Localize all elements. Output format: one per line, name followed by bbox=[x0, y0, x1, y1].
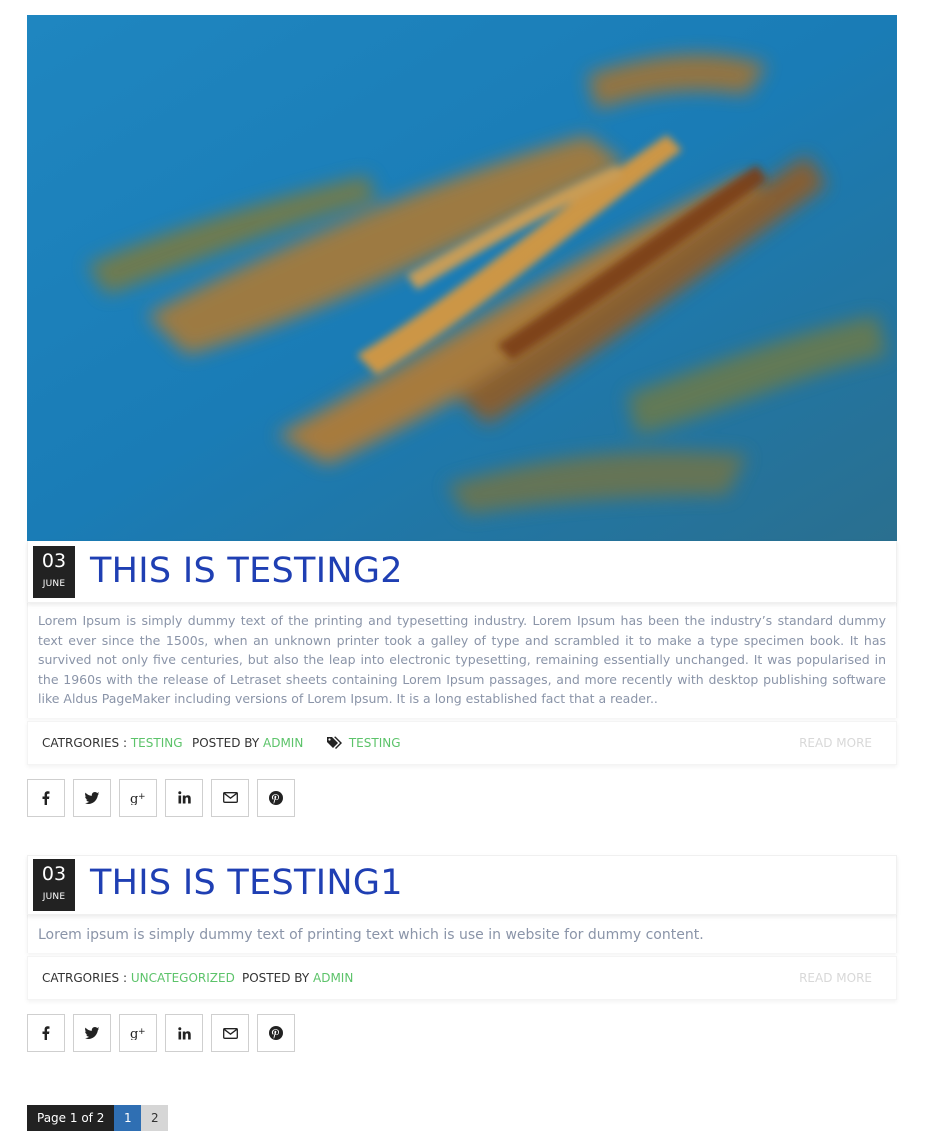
post-title-bar: 03 JUNE THIS IS TESTING2 bbox=[27, 541, 897, 603]
share-twitter-button[interactable] bbox=[73, 1014, 111, 1052]
share-google-plus-button[interactable]: g + bbox=[119, 778, 157, 817]
categories-label: CATRGORIES : bbox=[42, 971, 128, 985]
page-info: Page 1 of 2 bbox=[27, 1105, 115, 1131]
linkedin-icon bbox=[177, 1026, 191, 1039]
svg-text:+: + bbox=[138, 792, 146, 802]
share-linkedin-button[interactable] bbox=[165, 1014, 203, 1052]
date-badge: 03 JUNE bbox=[33, 546, 75, 598]
posted-by-label: POSTED BY bbox=[242, 971, 310, 985]
page-current: 1 bbox=[114, 1105, 142, 1131]
post-title-bar: 03 JUNE THIS IS TESTING1 bbox=[27, 855, 897, 915]
meta-categories: CATRGORIES : UNCATEGORIZED bbox=[42, 971, 235, 985]
pinterest-icon bbox=[269, 790, 283, 805]
share-email-button[interactable] bbox=[211, 778, 249, 817]
post-card: 03 JUNE THIS IS TESTING2 Lorem Ipsum is … bbox=[27, 15, 897, 817]
meta-categories: CATRGORIES : TESTING bbox=[42, 736, 183, 750]
twitter-icon bbox=[85, 1027, 99, 1039]
pinterest-icon bbox=[269, 1026, 283, 1040]
date-day: 03 bbox=[41, 550, 67, 572]
posted-by-label: POSTED BY bbox=[192, 735, 260, 750]
tag-link[interactable]: TESTING bbox=[349, 736, 401, 750]
read-more-link[interactable]: READ MORE bbox=[799, 736, 872, 750]
share-pinterest-button[interactable] bbox=[257, 778, 295, 817]
author-link[interactable]: ADMIN bbox=[313, 971, 353, 985]
date-month: JUNE bbox=[42, 892, 66, 902]
share-email-button[interactable] bbox=[211, 1014, 249, 1052]
meta-tags: TESTING bbox=[327, 736, 401, 750]
meta-author: POSTED BY ADMIN bbox=[242, 971, 353, 985]
google-plus-icon: g + bbox=[130, 792, 146, 805]
svg-text:+: + bbox=[138, 1027, 146, 1037]
post-excerpt: Lorem Ipsum is simply dummy text of the … bbox=[27, 603, 897, 718]
share-google-plus-button[interactable]: g + bbox=[119, 1014, 157, 1052]
share-twitter-button[interactable] bbox=[73, 778, 111, 817]
post-excerpt: Lorem ipsum is simply dummy text of prin… bbox=[27, 915, 897, 953]
read-more-link[interactable]: READ MORE bbox=[799, 971, 872, 985]
page-link-2[interactable]: 2 bbox=[141, 1105, 169, 1131]
date-day: 03 bbox=[41, 863, 67, 885]
category-link[interactable]: UNCATEGORIZED bbox=[131, 971, 235, 985]
pagination: Page 1 of 2 1 2 bbox=[27, 1105, 169, 1131]
post-meta-bar: CATRGORIES : TESTING POSTED BY ADMIN TES… bbox=[27, 720, 897, 765]
share-pinterest-button[interactable] bbox=[257, 1014, 295, 1052]
linkedin-icon bbox=[177, 791, 191, 804]
twitter-icon bbox=[85, 791, 99, 804]
date-badge: 03 JUNE bbox=[33, 859, 75, 911]
featured-image[interactable] bbox=[27, 15, 897, 541]
facebook-icon bbox=[42, 1026, 50, 1040]
share-facebook-button[interactable] bbox=[27, 778, 65, 817]
meta-author: POSTED BY ADMIN bbox=[192, 736, 303, 750]
share-buttons: g + bbox=[27, 1014, 897, 1052]
post-title[interactable]: THIS IS TESTING2 bbox=[90, 549, 403, 593]
share-linkedin-button[interactable] bbox=[165, 778, 203, 817]
post-meta-bar: CATRGORIES : UNCATEGORIZED POSTED BY ADM… bbox=[27, 956, 897, 1000]
tags-icon bbox=[327, 736, 342, 749]
share-buttons: g + bbox=[27, 778, 897, 817]
email-icon bbox=[222, 1027, 238, 1039]
categories-label: CATRGORIES : bbox=[42, 735, 128, 750]
author-link[interactable]: ADMIN bbox=[263, 736, 303, 750]
post-card: 03 JUNE THIS IS TESTING1 Lorem ipsum is … bbox=[27, 855, 897, 1052]
post-title[interactable]: THIS IS TESTING1 bbox=[90, 861, 403, 905]
date-month: JUNE bbox=[42, 579, 66, 589]
category-link[interactable]: TESTING bbox=[131, 736, 183, 750]
email-icon bbox=[222, 792, 238, 803]
google-plus-icon: g + bbox=[130, 1027, 146, 1040]
share-facebook-button[interactable] bbox=[27, 1014, 65, 1052]
facebook-icon bbox=[42, 790, 50, 805]
